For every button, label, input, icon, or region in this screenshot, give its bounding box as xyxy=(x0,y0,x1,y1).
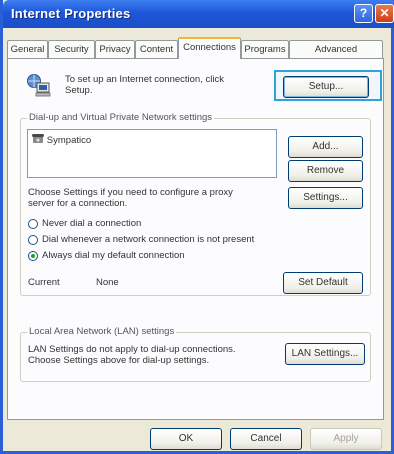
current-value: None xyxy=(96,277,119,288)
setup-text-line1: To set up an Internet connection, click xyxy=(65,74,224,85)
proxy-text-line1: Choose Settings if you need to configure… xyxy=(28,187,233,198)
help-button[interactable]: ? xyxy=(354,4,373,23)
close-icon: ✕ xyxy=(379,6,390,20)
proxy-description: Choose Settings if you need to configure… xyxy=(28,187,233,209)
lan-text-line1: LAN Settings do not apply to dial-up con… xyxy=(28,344,236,355)
lan-group-label: Local Area Network (LAN) settings xyxy=(27,326,177,337)
settings-button[interactable]: Settings... xyxy=(288,187,363,209)
set-default-button[interactable]: Set Default xyxy=(283,272,363,294)
apply-button[interactable]: Apply xyxy=(310,428,382,450)
dialup-group-label: Dial-up and Virtual Private Network sett… xyxy=(27,112,215,123)
lan-text-line2: Choose Settings above for dial-up settin… xyxy=(28,355,210,366)
radio-dial-whenever-label[interactable]: Dial whenever a network connection is no… xyxy=(42,234,254,245)
radio-never-dial-label[interactable]: Never dial a connection xyxy=(42,218,141,229)
lan-description: LAN Settings do not apply to dial-up con… xyxy=(28,344,236,366)
radio-always-dial[interactable] xyxy=(28,251,38,261)
window-title: Internet Properties xyxy=(11,6,131,21)
current-label: Current xyxy=(28,277,60,288)
remove-button[interactable]: Remove xyxy=(288,160,363,182)
ok-button[interactable]: OK xyxy=(150,428,222,450)
list-item-label: Sympatico xyxy=(46,135,92,146)
setup-text-line2: Setup. xyxy=(65,85,93,96)
proxy-text-line2: server for a connection. xyxy=(28,198,128,209)
radio-dial-whenever[interactable] xyxy=(28,235,38,245)
tab-security[interactable]: Security xyxy=(48,40,95,58)
close-button[interactable]: ✕ xyxy=(375,4,394,23)
setup-button[interactable]: Setup... xyxy=(283,76,369,98)
phone-connection-icon xyxy=(32,134,44,143)
network-computer-icon xyxy=(27,74,51,97)
tab-privacy[interactable]: Privacy xyxy=(95,40,135,58)
radio-never-dial[interactable] xyxy=(28,219,38,229)
tab-programs[interactable]: Programs xyxy=(241,40,289,58)
tab-content[interactable]: Content xyxy=(135,40,178,58)
connections-listbox[interactable]: Sympatico xyxy=(27,129,277,178)
cancel-button[interactable]: Cancel xyxy=(230,428,302,450)
radio-always-dial-label[interactable]: Always dial my default connection xyxy=(42,250,185,261)
tab-advanced[interactable]: Advanced xyxy=(289,40,383,58)
add-button[interactable]: Add... xyxy=(288,136,363,158)
tab-connections[interactable]: Connections xyxy=(178,37,241,59)
setup-description: To set up an Internet connection, click … xyxy=(65,74,224,96)
help-icon: ? xyxy=(359,6,368,20)
title-bar[interactable]: Internet Properties ? ✕ xyxy=(3,0,394,28)
tab-general[interactable]: General xyxy=(7,40,48,58)
lan-settings-button[interactable]: LAN Settings... xyxy=(285,343,365,365)
list-item[interactable]: Sympatico xyxy=(32,133,91,146)
